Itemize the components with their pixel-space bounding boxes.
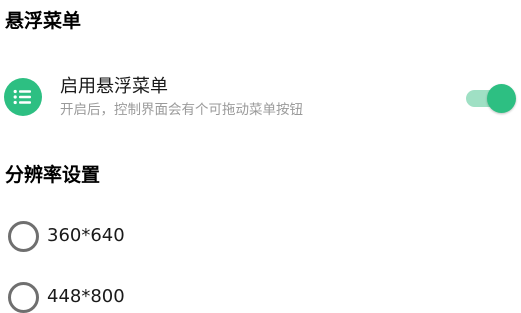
resolution-option-label: 360*640 xyxy=(47,225,125,246)
enable-floating-menu-toggle[interactable] xyxy=(466,83,518,113)
resolution-option-448x800[interactable]: 448*800 xyxy=(0,278,521,313)
settings-page: 悬浮菜单 启用悬浮菜单 开启后，控制界面会有个可拖动菜单按钮 分辨率设置 360… xyxy=(0,0,521,313)
resolution-option-360x640[interactable]: 360*640 xyxy=(0,217,521,257)
enable-floating-menu-row[interactable]: 启用悬浮菜单 开启后，控制界面会有个可拖动菜单按钮 xyxy=(0,70,521,126)
resolution-section-title: 分辨率设置 xyxy=(5,164,101,186)
radio-button[interactable] xyxy=(8,282,39,313)
list-menu-icon-glyph xyxy=(13,89,31,105)
floating-menu-section-title: 悬浮菜单 xyxy=(5,10,82,32)
enable-floating-menu-description: 开启后，控制界面会有个可拖动菜单按钮 xyxy=(60,102,303,118)
list-menu-icon xyxy=(4,78,42,116)
toggle-thumb xyxy=(487,84,516,113)
enable-floating-menu-label: 启用悬浮菜单 xyxy=(60,76,168,97)
resolution-option-label: 448*800 xyxy=(47,286,125,307)
radio-button[interactable] xyxy=(8,221,39,252)
